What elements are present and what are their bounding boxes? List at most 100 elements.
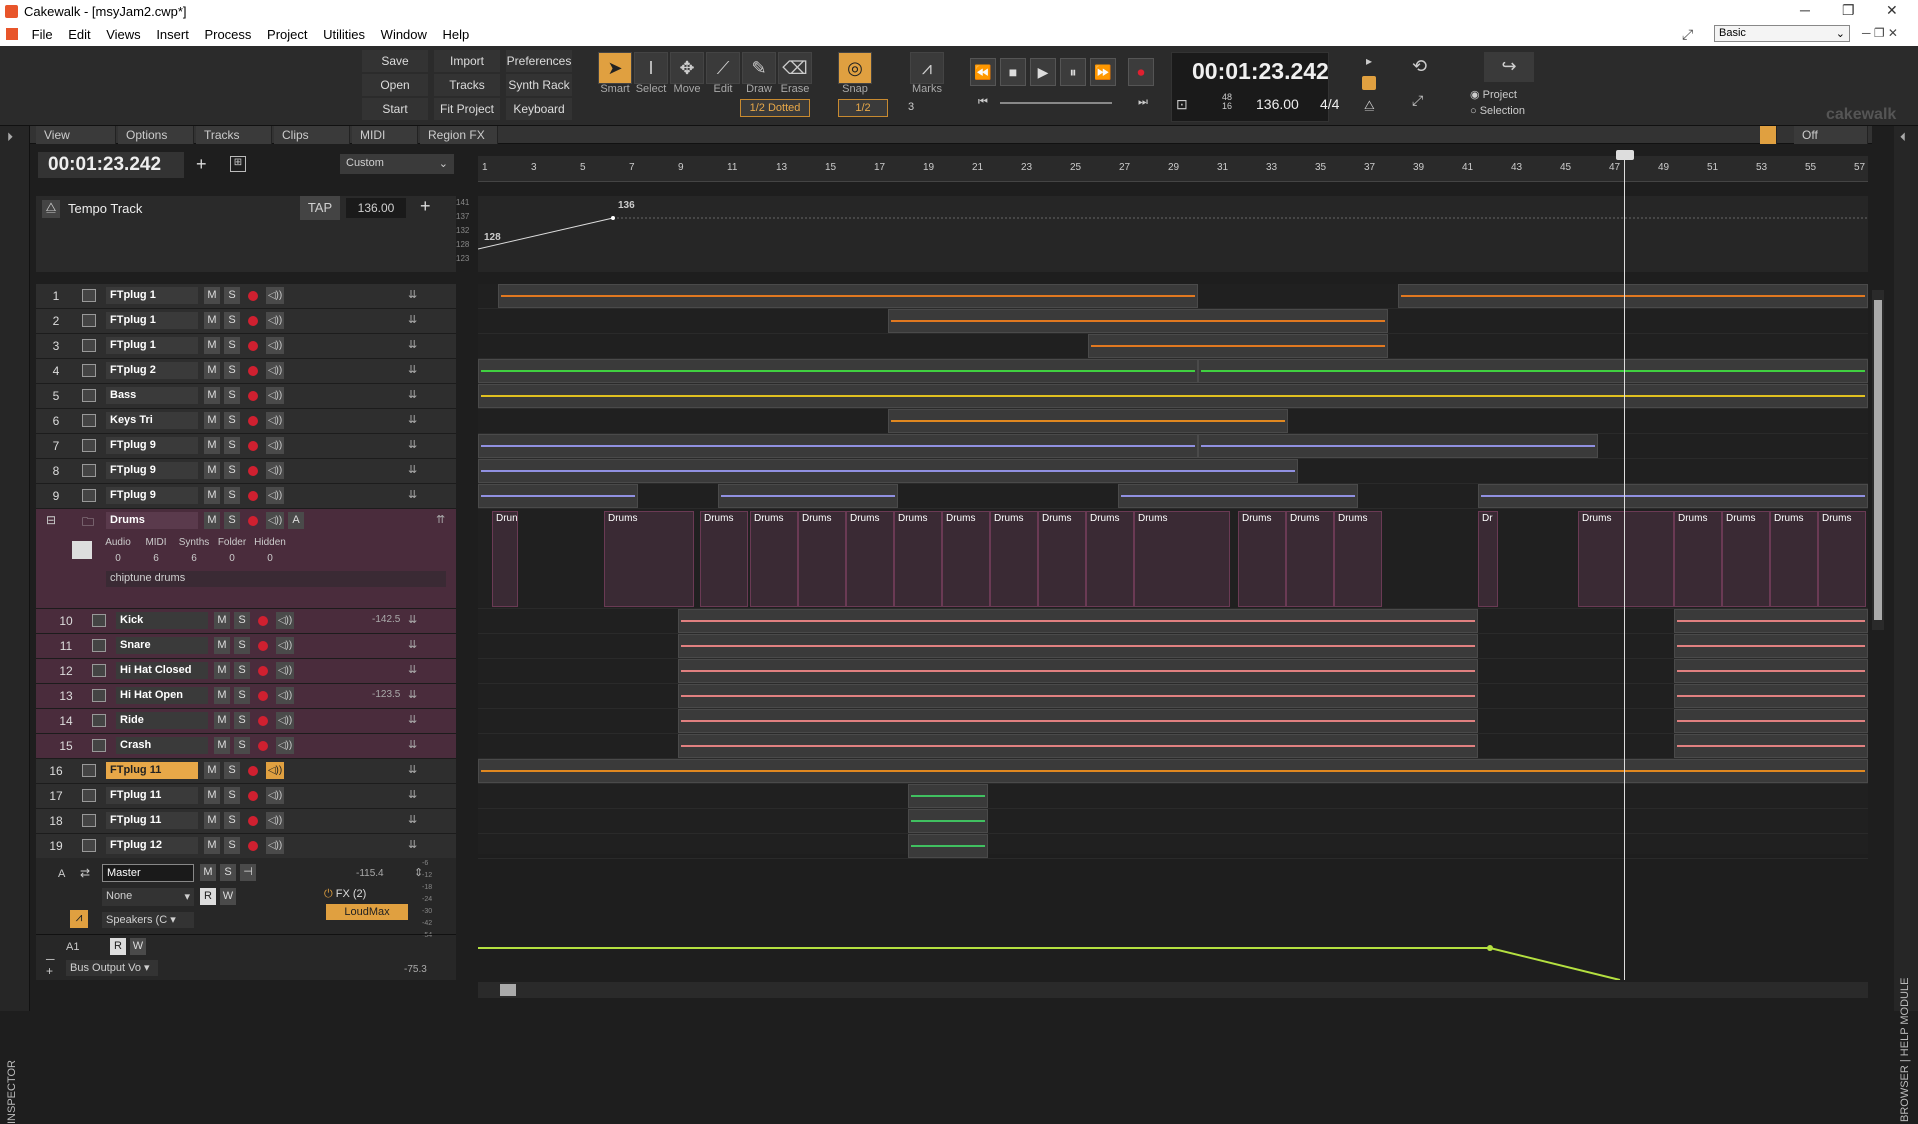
track-name[interactable]: Kick [116,612,208,629]
record-arm-button[interactable] [258,666,268,676]
horizontal-scrollbar[interactable] [478,982,1868,998]
mute-button[interactable]: M [214,662,230,679]
midi-clip[interactable] [678,684,1478,708]
track-header[interactable]: 16 FTplug 11 M S ◁)) ⇊ [36,759,456,784]
app-menu-icon[interactable] [6,28,18,40]
midi-clip[interactable] [478,484,638,508]
export-button[interactable]: ↪ [1484,52,1534,82]
track-header[interactable]: 2 FTplug 1 M S ◁)) ⇊ [36,309,456,334]
track-header[interactable]: 4 FTplug 2 M S ◁)) ⇊ [36,359,456,384]
mute-button[interactable]: M [204,837,220,854]
track-expand-icon[interactable]: ⇊ [408,713,417,726]
solo-button[interactable]: S [224,337,240,354]
tempo-lane[interactable]: 128 136 [477,196,1868,272]
selection-radio[interactable]: ○ Selection [1470,105,1525,117]
mute-button[interactable]: M [204,812,220,829]
region-fx-toggle[interactable] [1760,126,1777,144]
input-echo-icon[interactable]: ◁)) [276,712,294,729]
tracks-button[interactable]: Tracks [434,74,500,96]
doc-minimize-icon[interactable]: ─ ❐ ✕ [1862,26,1898,40]
track-header[interactable]: 3 FTplug 1 M S ◁)) ⇊ [36,334,456,359]
collapse-arrow-icon[interactable]: ⏴ [1900,130,1906,145]
expand-arrow-icon[interactable]: ⏵ [7,130,13,145]
folder-solo-button[interactable]: S [224,512,240,529]
meter-display[interactable]: 4/4 [1320,96,1339,112]
metronome-tool-icon[interactable]: ⧋ [1364,98,1375,113]
loop-icon[interactable]: ⟲ [1412,56,1427,77]
record-arm-button[interactable] [248,341,258,351]
menu-file[interactable]: File [26,24,59,42]
vertical-scrollbar[interactable] [1872,290,1884,630]
track-header[interactable]: 18 FTplug 11 M S ◁)) ⇊ [36,809,456,834]
track-expand-icon[interactable]: ⇊ [408,338,417,351]
drums-folder-clip[interactable]: Drums [1238,511,1286,607]
track-header[interactable]: 1 FTplug 1 M S ◁)) ⇊ [36,284,456,309]
input-echo-icon[interactable]: ◁)) [276,662,294,679]
maximize-icon[interactable]: ❐ [1842,2,1855,19]
drums-folder-clip[interactable]: Drums [990,511,1038,607]
clips-pane[interactable]: Drun Drums Drums Drums Drums Drums Drums Drums D… [478,284,1868,859]
view-menu[interactable]: View [36,126,116,144]
preferences-button[interactable]: Preferences [506,50,572,72]
midi-clip[interactable] [1118,484,1358,508]
track-header[interactable]: 11 Snare M S ◁)) ⇊ [36,634,456,659]
record-mode-icon[interactable] [1362,76,1376,90]
track-header[interactable]: 5 Bass M S ◁)) ⇊ [36,384,456,409]
track-expand-icon[interactable]: ⇊ [408,413,417,426]
track-lane[interactable] [478,759,1868,784]
track-expand-icon[interactable]: ⇊ [408,463,417,476]
midi-clip[interactable] [1674,634,1868,658]
input-echo-icon[interactable]: ◁)) [276,612,294,629]
menu-project[interactable]: Project [261,24,313,42]
loudmax-plugin[interactable]: LoudMax [326,904,408,920]
automation-icon[interactable]: ⩘ [70,910,88,928]
track-lane[interactable] [478,784,1868,809]
mute-button[interactable]: M [204,462,220,479]
track-expand-icon[interactable]: ⇊ [408,488,417,501]
go-to-end-icon[interactable]: ⏭ [1138,96,1148,109]
midi-clip[interactable] [908,834,988,858]
workspace-select[interactable]: Basic ⌄ [1714,25,1850,42]
stop-button[interactable]: ■ [1000,58,1026,86]
solo-button[interactable]: S [224,812,240,829]
drums-folder-clip[interactable]: Dr [1478,511,1498,607]
midi-clip[interactable] [678,709,1478,733]
track-name[interactable]: Keys Tri [106,412,198,429]
tap-tempo-button[interactable]: TAP [300,196,340,220]
track-header[interactable]: 19 FTplug 12 M S ◁)) ⇊ [36,834,456,859]
track-lane[interactable] [478,284,1868,309]
track-name[interactable]: FTplug 1 [106,287,198,304]
midi-clip[interactable] [1198,434,1598,458]
solo-button[interactable]: S [224,487,240,504]
track-name[interactable]: FTplug 12 [106,837,198,854]
midi-clip[interactable] [478,759,1868,783]
record-arm-button[interactable] [248,391,258,401]
browser-label[interactable]: BROWSER | HELP MODULE [1899,978,1911,1122]
record-arm-button[interactable] [248,791,258,801]
drums-folder-clip[interactable]: Drums [1722,511,1770,607]
track-lane[interactable] [478,609,1868,634]
options-menu[interactable]: Options [118,126,194,144]
midi-clip[interactable] [1478,484,1868,508]
drums-folder-clip[interactable]: Drums [1818,511,1866,607]
save-button[interactable]: Save [362,50,428,72]
track-lane[interactable] [478,684,1868,709]
now-time-marker[interactable] [1616,150,1634,160]
record-arm-button[interactable] [248,841,258,851]
mute-button[interactable]: M [204,362,220,379]
record-arm-button[interactable] [248,441,258,451]
midi-clip[interactable] [1674,734,1868,758]
metronome-icon[interactable]: ⊡ [1176,96,1188,113]
track-lane[interactable] [478,409,1868,434]
track-header[interactable]: 8 FTplug 9 M S ◁)) ⇊ [36,459,456,484]
snap-resolution-select[interactable]: 1/2 Dotted [740,99,810,117]
drums-folder-clip[interactable]: Drums [1334,511,1382,607]
menu-utilities[interactable]: Utilities [317,24,371,42]
minimize-icon[interactable]: ─ [1800,2,1810,18]
record-arm-button[interactable] [248,366,258,376]
drums-folder-clip[interactable]: Drums [1038,511,1086,607]
menu-edit[interactable]: Edit [62,24,96,42]
snap2-select[interactable]: 1/2 [838,99,888,117]
record-arm-button[interactable] [258,691,268,701]
time-ruler[interactable]: 1 3 5 7 9 11 13 15 17 19 21 23 25 27 29 31 33 35 37 39 41 43 4… [478,156,1868,182]
